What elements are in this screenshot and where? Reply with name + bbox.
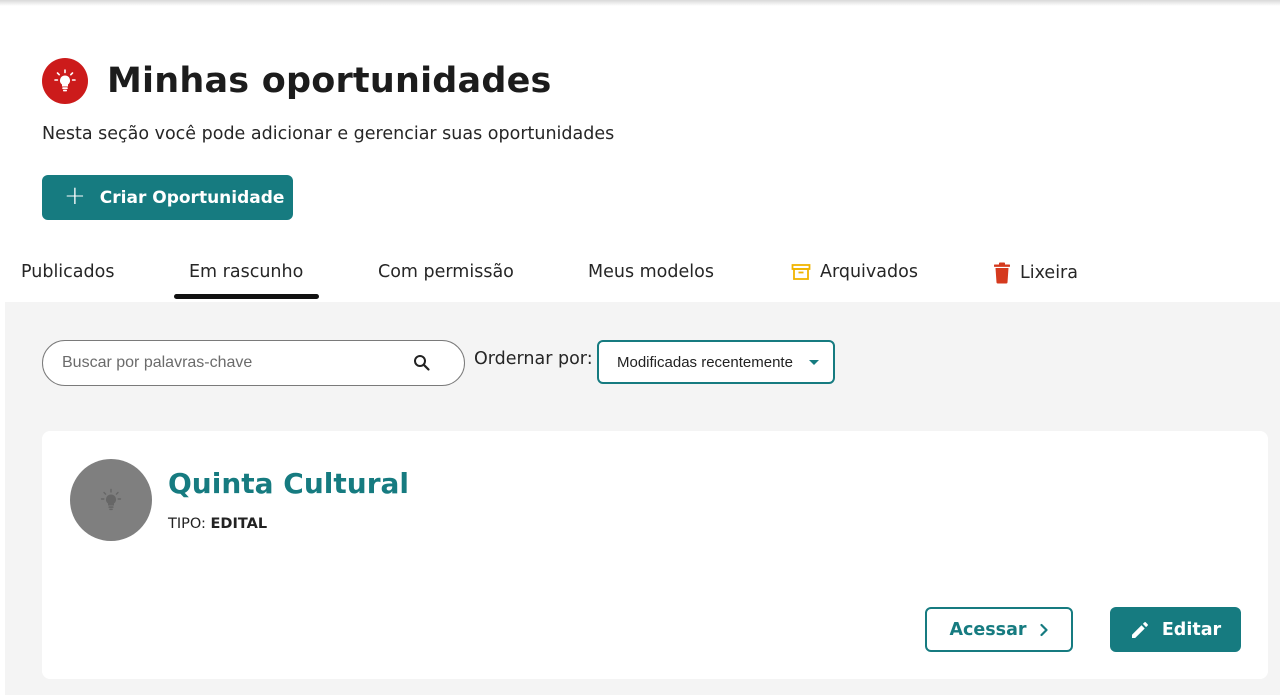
lightbulb-icon [100,488,122,511]
tab-label: Lixeira [1020,263,1078,283]
type-label: TIPO: [168,516,206,532]
tab-meus-modelos[interactable]: Meus modelos [588,262,714,282]
tab-label: Com permissão [378,262,514,282]
plus-icon: + [64,181,86,211]
tab-em-rascunho[interactable]: Em rascunho [189,262,303,282]
tab-publicados[interactable]: Publicados [21,262,114,282]
create-opportunity-button[interactable]: + Criar Oportunidade [42,175,293,220]
access-label: Acessar [949,619,1027,640]
archive-icon [791,262,811,282]
edit-button[interactable]: Editar [1110,607,1241,652]
edit-label: Editar [1161,619,1222,640]
tab-label: Meus modelos [588,262,714,282]
order-by-label: Ordernar por: [474,349,593,369]
tab-com-permissao[interactable]: Com permissão [378,262,514,282]
search-box[interactable] [42,340,465,386]
page-title: Minhas oportunidades [107,61,552,101]
order-by-select[interactable]: Modificadas recentemente [597,340,835,384]
tab-label: Publicados [21,262,115,282]
search-input[interactable] [62,354,392,372]
opportunity-card: Quinta Cultural TIPO: EDITAL Acessar Edi… [42,431,1268,679]
tab-label: Em rascunho [189,262,304,282]
chevron-right-icon [1039,623,1049,637]
pencil-icon [1130,620,1150,640]
caret-down-icon [809,360,819,365]
lightbulb-icon [42,58,88,104]
search-icon[interactable] [413,354,431,372]
tab-bar: Publicados Em rascunho Com permissão Meu… [0,250,1280,302]
create-opportunity-label: Criar Oportunidade [99,187,285,208]
order-by-value: Modificadas recentemente [617,353,793,371]
tab-arquivados[interactable]: Arquivados [791,262,918,282]
opportunity-type: TIPO: EDITAL [168,516,267,532]
top-shadow [0,0,1280,6]
access-button[interactable]: Acessar [925,607,1073,652]
trash-icon [993,262,1011,284]
tab-lixeira[interactable]: Lixeira [993,262,1078,284]
opportunity-avatar [70,459,152,541]
tab-label: Arquivados [820,262,918,282]
page-subtitle: Nesta seção você pode adicionar e gerenc… [42,124,615,144]
opportunity-title[interactable]: Quinta Cultural [168,467,409,500]
active-tab-indicator [174,294,319,299]
content-area: Ordernar por: Modificadas recentemente Q… [5,302,1280,695]
page-header: Minhas oportunidades Nesta seção você po… [0,0,1280,302]
type-value: EDITAL [210,516,268,532]
title-row: Minhas oportunidades [42,58,552,104]
